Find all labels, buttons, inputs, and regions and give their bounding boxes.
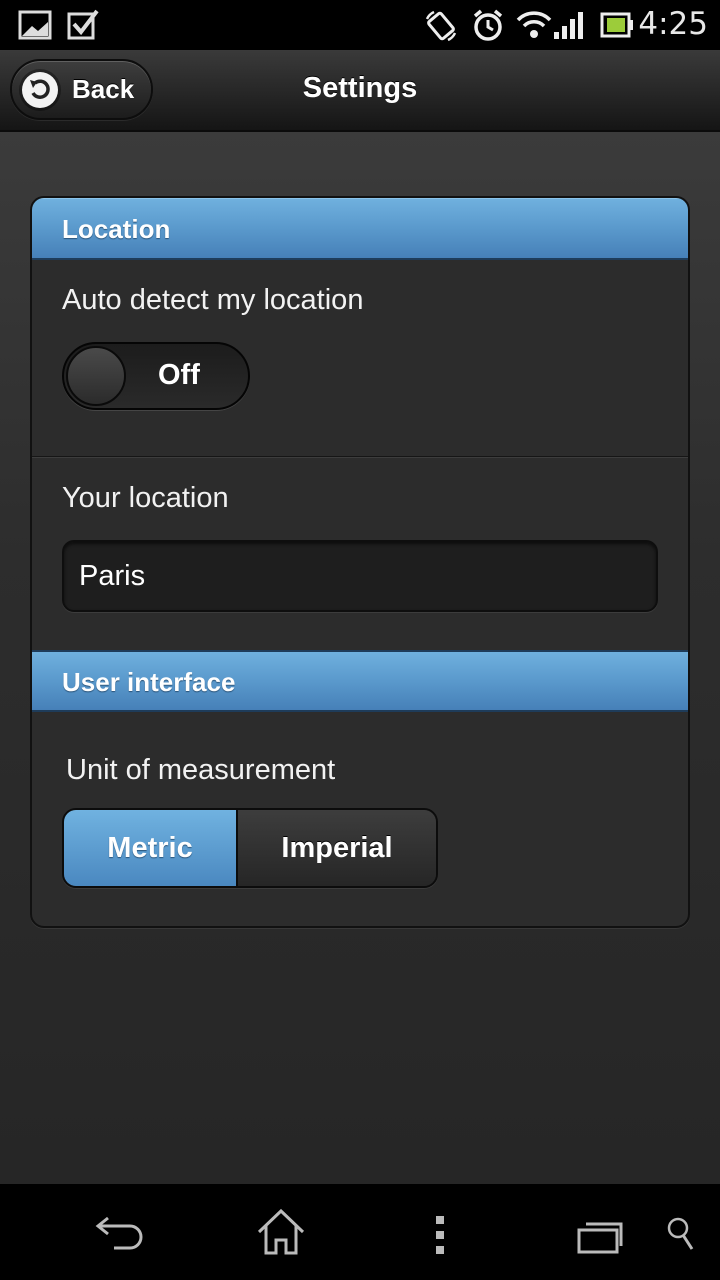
- imperial-option[interactable]: Imperial: [236, 810, 436, 886]
- unit-of-measurement-label: Unit of measurement: [66, 754, 336, 786]
- section-divider: [32, 456, 688, 458]
- auto-detect-label: Auto detect my location: [62, 284, 364, 316]
- unit-segmented-control: Metric Imperial: [62, 808, 438, 888]
- search-icon[interactable]: [666, 1216, 696, 1254]
- settings-panel: Location Auto detect my location Off You…: [30, 196, 690, 928]
- metric-option[interactable]: Metric: [64, 810, 236, 886]
- checkbox-icon: [67, 9, 99, 40]
- content-area: Location Auto detect my location Off You…: [0, 132, 720, 1184]
- menu-icon[interactable]: [432, 1214, 448, 1256]
- signal-icon: [554, 12, 583, 39]
- gallery-icon: [18, 10, 52, 40]
- location-section-title: Location: [62, 214, 171, 244]
- wifi-icon: [516, 11, 552, 38]
- navigation-bar: [0, 1184, 720, 1280]
- status-time: 4:25: [638, 6, 708, 42]
- alarm-icon: [473, 9, 503, 41]
- home-icon[interactable]: [256, 1208, 306, 1256]
- user-interface-section-header: User interface: [32, 650, 688, 712]
- toggle-knob: [66, 346, 126, 406]
- user-interface-section-title: User interface: [62, 667, 236, 697]
- location-input[interactable]: [62, 540, 658, 612]
- recent-apps-icon[interactable]: [576, 1220, 624, 1254]
- auto-detect-toggle[interactable]: Off: [62, 342, 250, 410]
- location-section-header: Location: [32, 198, 688, 260]
- back-icon[interactable]: [94, 1214, 146, 1254]
- your-location-label: Your location: [62, 482, 229, 514]
- page-title: Settings: [302, 72, 418, 104]
- rotate-icon: [425, 10, 457, 42]
- battery-icon: [600, 12, 633, 38]
- toggle-state: Off: [158, 359, 200, 391]
- status-bar: 4:25: [0, 0, 720, 50]
- header-bar: Back Settings: [0, 50, 720, 132]
